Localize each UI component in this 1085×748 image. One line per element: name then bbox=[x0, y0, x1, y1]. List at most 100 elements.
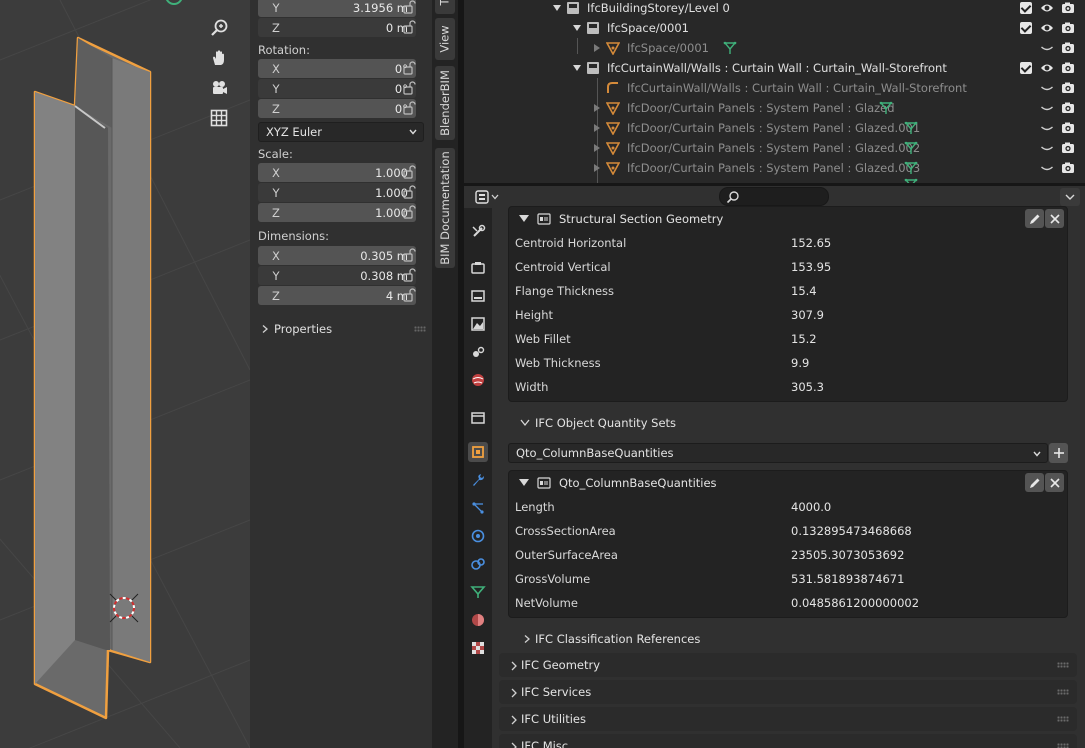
tab-collection[interactable] bbox=[468, 408, 488, 428]
properties-search-input[interactable] bbox=[719, 187, 829, 206]
property-value[interactable]: 0.132895473468668 bbox=[791, 524, 912, 538]
edit-pencil-button[interactable] bbox=[1025, 473, 1044, 492]
include-checkbox[interactable] bbox=[1020, 62, 1032, 74]
camera-view-icon[interactable] bbox=[205, 74, 233, 102]
tab-modifier-wrench[interactable] bbox=[468, 470, 488, 490]
property-value[interactable]: 153.95 bbox=[791, 260, 831, 274]
eye-icon[interactable] bbox=[1040, 1, 1054, 15]
mesh-data-icon[interactable] bbox=[879, 101, 893, 115]
camera-render-icon[interactable] bbox=[1061, 61, 1075, 75]
property-value[interactable]: 531.581893874671 bbox=[791, 572, 904, 586]
outliner-row[interactable]: IfcSpace/0001 bbox=[464, 38, 1085, 58]
rotation-y-field[interactable]: Y 0° bbox=[258, 79, 416, 98]
tab-texture[interactable] bbox=[468, 638, 488, 658]
collapse-triangle-icon[interactable] bbox=[592, 103, 602, 113]
outliner-row[interactable]: IfcSpace/0001 bbox=[464, 18, 1085, 38]
mesh-data-icon[interactable] bbox=[904, 161, 918, 175]
include-checkbox[interactable] bbox=[1020, 2, 1032, 14]
tab-render[interactable] bbox=[468, 258, 488, 278]
property-value[interactable]: 0.0485861200000002 bbox=[791, 596, 919, 610]
eye-icon[interactable] bbox=[1040, 61, 1054, 75]
eye-closed-icon[interactable] bbox=[1040, 141, 1054, 155]
tab-bim-documentation[interactable]: BIM Documentation bbox=[435, 148, 455, 268]
lock-icon[interactable] bbox=[402, 61, 416, 75]
drag-grip-icon[interactable] bbox=[1057, 689, 1069, 695]
editor-type-button[interactable] bbox=[474, 189, 502, 205]
eye-icon[interactable] bbox=[1040, 21, 1054, 35]
tab-scene[interactable] bbox=[468, 342, 488, 362]
lock-icon[interactable] bbox=[402, 165, 416, 179]
drag-grip-icon[interactable] bbox=[1057, 662, 1069, 668]
property-value[interactable]: 15.2 bbox=[791, 332, 817, 346]
remove-button[interactable] bbox=[1045, 209, 1064, 228]
drag-grip-icon[interactable] bbox=[414, 326, 426, 332]
camera-render-icon[interactable] bbox=[1061, 81, 1075, 95]
3d-viewport[interactable] bbox=[0, 0, 250, 748]
outliner-row[interactable]: IfcDoor/Curtain Panels : System Panel : … bbox=[464, 118, 1085, 138]
eye-closed-icon[interactable] bbox=[1040, 41, 1054, 55]
collapse-triangle-icon[interactable] bbox=[592, 123, 602, 133]
property-value[interactable]: 23505.3073053692 bbox=[791, 548, 904, 562]
dimensions-y-field[interactable]: Y 0.308 m bbox=[258, 266, 416, 285]
eye-closed-icon[interactable] bbox=[1040, 121, 1054, 135]
lock-icon[interactable] bbox=[402, 288, 416, 302]
camera-render-icon[interactable] bbox=[1061, 21, 1075, 35]
drag-grip-icon[interactable] bbox=[1057, 716, 1069, 722]
lock-icon[interactable] bbox=[402, 81, 416, 95]
properties-panel-header[interactable]: Properties bbox=[250, 318, 432, 340]
scale-x-field[interactable]: X 1.000 bbox=[258, 163, 416, 182]
camera-render-icon[interactable] bbox=[1061, 141, 1075, 155]
lock-icon[interactable] bbox=[402, 248, 416, 262]
grid-toggle-icon[interactable] bbox=[205, 104, 233, 132]
lock-icon[interactable] bbox=[402, 268, 416, 282]
camera-render-icon[interactable] bbox=[1061, 121, 1075, 135]
outliner-row[interactable]: IfcDoor/Curtain Panels : System Panel : … bbox=[464, 138, 1085, 158]
panel-ifc-misc[interactable]: IFC Misc bbox=[499, 734, 1077, 748]
tab-view[interactable]: View bbox=[435, 18, 455, 60]
expand-triangle-icon[interactable] bbox=[572, 23, 582, 33]
collapse-triangle-icon[interactable] bbox=[592, 143, 602, 153]
tab-constraints[interactable] bbox=[468, 554, 488, 574]
outliner-row[interactable]: IfcCurtainWall/Walls : Curtain Wall : Cu… bbox=[464, 78, 1085, 98]
property-value[interactable]: 15.4 bbox=[791, 284, 817, 298]
quantity-sets-header[interactable]: IFC Object Quantity Sets bbox=[520, 411, 1060, 435]
property-value[interactable]: 9.9 bbox=[791, 356, 809, 370]
drag-grip-icon[interactable] bbox=[1057, 743, 1069, 748]
rotation-x-field[interactable]: X 0° bbox=[258, 59, 416, 78]
mesh-data-icon[interactable] bbox=[904, 121, 918, 135]
pan-hand-icon[interactable] bbox=[205, 44, 233, 72]
lock-icon[interactable] bbox=[402, 0, 416, 14]
expand-triangle-icon[interactable] bbox=[572, 63, 582, 73]
subpanel-header[interactable]: Structural Section Geometry bbox=[509, 207, 1067, 231]
panel-ifc-geometry[interactable]: IFC Geometry bbox=[499, 653, 1077, 677]
mesh-data-icon[interactable] bbox=[904, 141, 918, 155]
include-checkbox[interactable] bbox=[1020, 22, 1032, 34]
camera-render-icon[interactable] bbox=[1061, 1, 1075, 15]
rotation-z-field[interactable]: Z 0° bbox=[258, 99, 416, 118]
panel-ifc-utilities[interactable]: IFC Utilities bbox=[499, 707, 1077, 731]
outliner-row[interactable]: IfcBuildingStorey/Level 0 bbox=[464, 0, 1085, 18]
camera-render-icon[interactable] bbox=[1061, 41, 1075, 55]
tab-tool[interactable]: T bbox=[435, 0, 455, 14]
scale-z-field[interactable]: Z 1.000 bbox=[258, 203, 416, 222]
header-collapse-button[interactable] bbox=[1060, 188, 1080, 206]
panel-ifc-services[interactable]: IFC Services bbox=[499, 680, 1077, 704]
subpanel-header[interactable]: Qto_ColumnBaseQuantities bbox=[509, 471, 1067, 495]
lock-icon[interactable] bbox=[402, 101, 416, 115]
tab-tool[interactable] bbox=[468, 222, 488, 242]
dimensions-z-field[interactable]: Z 4 m bbox=[258, 286, 416, 305]
camera-render-icon[interactable] bbox=[1061, 161, 1075, 175]
classification-references-header[interactable]: IFC Classification References bbox=[520, 627, 1060, 651]
location-z-field[interactable]: Z 0 m bbox=[258, 18, 416, 37]
scale-y-field[interactable]: Y 1.000 bbox=[258, 183, 416, 202]
mesh-data-icon[interactable] bbox=[723, 41, 737, 55]
location-y-field[interactable]: Y 3.1956 m bbox=[258, 0, 416, 17]
rotation-mode-select[interactable]: XYZ Euler bbox=[258, 122, 424, 142]
eye-closed-icon[interactable] bbox=[1040, 101, 1054, 115]
quantity-set-select[interactable]: Qto_ColumnBaseQuantities bbox=[508, 443, 1048, 463]
tab-view-layer[interactable] bbox=[468, 314, 488, 334]
tab-mesh-data[interactable] bbox=[468, 582, 488, 602]
dimensions-x-field[interactable]: X 0.305 m bbox=[258, 246, 416, 265]
tab-world[interactable] bbox=[468, 370, 488, 390]
property-value[interactable]: 307.9 bbox=[791, 308, 824, 322]
